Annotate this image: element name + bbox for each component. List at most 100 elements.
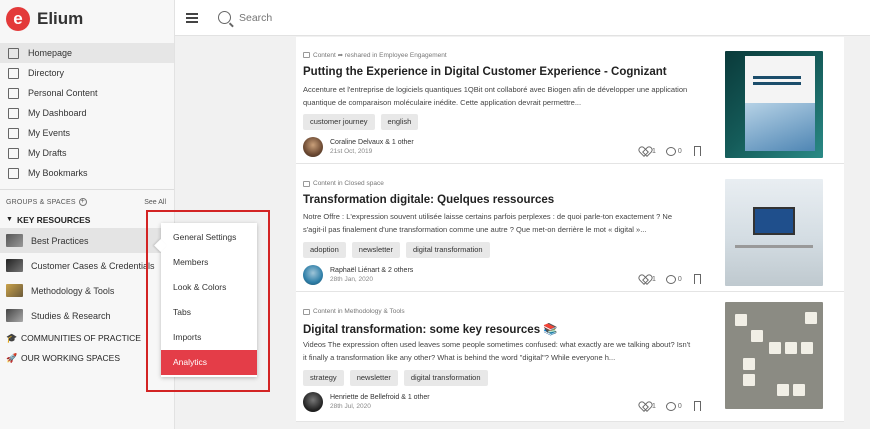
menu-item-general-settings[interactable]: General Settings	[161, 225, 257, 250]
app-name: Elium	[37, 9, 84, 28]
bookmark-icon[interactable]	[693, 146, 701, 156]
space-item-label: Customer Cases & Credentials	[31, 260, 155, 271]
tag[interactable]: strategy	[303, 370, 344, 386]
nav-item-my-drafts[interactable]: My Drafts	[0, 143, 174, 163]
menu-item-look-colors[interactable]: Look & Colors	[161, 275, 257, 300]
search-input[interactable]	[239, 11, 539, 24]
post-actions: 1 0	[640, 274, 701, 284]
search-icon	[218, 11, 231, 24]
nav-item-my-bookmarks[interactable]: My Bookmarks	[0, 163, 174, 183]
comment-icon[interactable]	[665, 274, 676, 284]
nav-item-my-events[interactable]: My Events	[0, 123, 174, 143]
comment-count: 0	[677, 402, 682, 410]
tag[interactable]: newsletter	[351, 242, 400, 258]
menu-item-members[interactable]: Members	[161, 250, 257, 275]
menu-item-tabs[interactable]: Tabs	[161, 300, 257, 325]
menu-item-imports[interactable]: Imports	[161, 325, 257, 350]
content-icon	[303, 180, 310, 187]
post-actions: 1 0	[640, 146, 701, 156]
avatar	[303, 392, 323, 412]
document-icon	[8, 87, 19, 99]
post-author[interactable]: Coraline Delvaux & 1 other 21st Oct, 201…	[303, 137, 414, 157]
groups-title: GROUPS & SPACES	[6, 198, 76, 206]
tag[interactable]: digital transformation	[403, 370, 488, 386]
heart-icon[interactable]	[640, 402, 650, 411]
post-card[interactable]: Content in Closed space Transformation d…	[296, 164, 844, 292]
add-group-icon[interactable]: +	[78, 198, 87, 206]
content-icon	[303, 308, 310, 315]
post-title[interactable]: Digital transformation: some key resourc…	[303, 322, 558, 336]
tag[interactable]: adoption	[303, 242, 346, 258]
see-all-link[interactable]: See All	[144, 199, 166, 206]
top-bar	[175, 0, 870, 36]
rocket-icon: 🚀	[6, 353, 18, 363]
post-meta: Content ➦ reshared in Employee Engagemen…	[303, 51, 447, 59]
drafts-icon	[8, 147, 19, 159]
group-link-label: COMMUNITIES OF PRACTICE	[21, 333, 141, 343]
nav-item-label: Directory	[28, 68, 65, 78]
bookmark-icon[interactable]	[693, 274, 701, 284]
dashboard-icon	[8, 107, 19, 119]
post-title[interactable]: Transformation digitale: Quelques ressou…	[303, 194, 554, 206]
space-thumbnail	[6, 259, 23, 272]
space-item-label: Methodology & Tools	[31, 285, 115, 296]
post-thumbnail[interactable]	[725, 51, 823, 158]
post-tags: customer journey english	[303, 114, 419, 130]
nav-item-label: Personal Content	[28, 88, 98, 98]
post-card[interactable]: Content ➦ reshared in Employee Engagemen…	[296, 37, 844, 164]
calendar-icon	[8, 127, 19, 139]
key-resources-label: KEY RESOURCES	[16, 214, 91, 225]
nav-item-directory[interactable]: Directory	[0, 63, 174, 83]
avatar	[303, 265, 323, 285]
post-date: 21st Oct, 2019	[330, 148, 373, 155]
comment-icon[interactable]	[665, 401, 676, 411]
post-author[interactable]: Raphaël Liénart & 2 others 28th Jan, 202…	[303, 265, 413, 285]
space-settings-menu: General Settings Members Look & Colors T…	[161, 223, 257, 377]
heart-icon[interactable]	[640, 275, 650, 284]
post-actions: 1 0	[640, 401, 701, 411]
tag[interactable]: customer journey	[303, 114, 375, 130]
tag[interactable]: digital transformation	[405, 242, 490, 258]
post-author[interactable]: Henriette de Bellefroid & 1 other 28th J…	[303, 392, 430, 412]
comment-icon[interactable]	[665, 146, 676, 156]
comment-count: 0	[677, 147, 682, 155]
caret-down-icon: ▼	[6, 216, 13, 223]
nav-item-label: My Drafts	[28, 148, 67, 158]
graduation-cap-icon: 🎓	[6, 333, 18, 343]
post-thumbnail[interactable]	[725, 302, 823, 409]
group-link-label: OUR WORKING SPACES	[21, 353, 121, 363]
directory-icon	[8, 67, 19, 79]
avatar	[303, 137, 323, 157]
groups-header: GROUPS & SPACES + See All	[0, 193, 174, 211]
nav-item-label: My Dashboard	[28, 108, 87, 118]
bookmark-icon	[8, 167, 19, 179]
divider	[0, 189, 174, 190]
bookmark-icon[interactable]	[693, 401, 701, 411]
comment-count: 0	[677, 275, 682, 283]
post-thumbnail[interactable]	[725, 179, 823, 286]
nav-item-homepage[interactable]: Homepage	[0, 43, 174, 63]
main-nav: Homepage Directory Personal Content My D…	[0, 43, 174, 183]
space-thumbnail	[6, 309, 23, 322]
post-card[interactable]: Content in Methodology & Tools Digital t…	[296, 292, 844, 422]
post-excerpt: Videos The expression often used leaves …	[303, 340, 691, 362]
tag[interactable]: english	[380, 114, 419, 130]
post-date: 28th Jan, 2020	[330, 276, 374, 283]
nav-item-label: My Events	[28, 128, 71, 138]
nav-item-label: My Bookmarks	[28, 168, 88, 178]
heart-icon[interactable]	[640, 147, 650, 156]
elium-logo: e	[6, 7, 30, 31]
brand[interactable]: e Elium	[0, 0, 174, 38]
post-meta: Content in Methodology & Tools	[303, 308, 405, 315]
post-meta: Content in Closed space	[303, 180, 384, 187]
nav-item-personal-content[interactable]: Personal Content	[0, 83, 174, 103]
post-tags: strategy newsletter digital transformati…	[303, 370, 488, 386]
hamburger-menu-icon[interactable]	[186, 12, 198, 23]
menu-item-analytics[interactable]: Analytics	[161, 350, 257, 375]
content-icon	[303, 52, 310, 58]
post-tags: adoption newsletter digital transformati…	[303, 242, 490, 258]
post-excerpt: Notre Offre : L'expression souvent utili…	[303, 212, 672, 234]
nav-item-my-dashboard[interactable]: My Dashboard	[0, 103, 174, 123]
post-title[interactable]: Putting the Experience in Digital Custom…	[303, 66, 667, 78]
tag[interactable]: newsletter	[349, 370, 398, 386]
